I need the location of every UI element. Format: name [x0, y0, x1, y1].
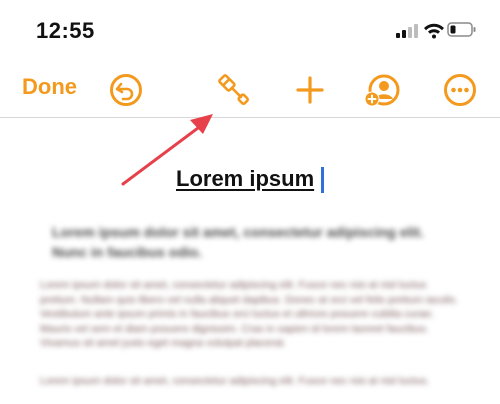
more-icon[interactable]	[440, 70, 480, 110]
battery-icon	[447, 22, 476, 37]
collaborate-icon[interactable]	[362, 70, 402, 110]
document-body-continued[interactable]: Lorem ipsum dolor sit amet, consectetur …	[40, 374, 460, 389]
done-button[interactable]: Done	[22, 74, 77, 100]
cellular-signal-icon	[396, 24, 418, 38]
toolbar: Done	[0, 66, 500, 112]
status-time: 12:55	[36, 18, 95, 43]
format-brush-icon[interactable]	[214, 70, 254, 110]
wifi-icon	[424, 23, 444, 39]
document-title[interactable]: Lorem ipsum	[176, 166, 314, 192]
status-bar: 12:55	[0, 0, 500, 60]
add-icon[interactable]	[290, 70, 330, 110]
status-icons	[396, 22, 476, 39]
document-body[interactable]: Lorem ipsum dolor sit amet, consectetur …	[40, 278, 460, 351]
document-subtitle[interactable]: Lorem ipsum dolor sit amet, consectetur …	[52, 222, 452, 262]
document-canvas[interactable]: Lorem ipsum Lorem ipsum dolor sit amet, …	[0, 118, 500, 404]
undo-icon[interactable]	[106, 70, 146, 110]
text-caret	[321, 167, 324, 193]
